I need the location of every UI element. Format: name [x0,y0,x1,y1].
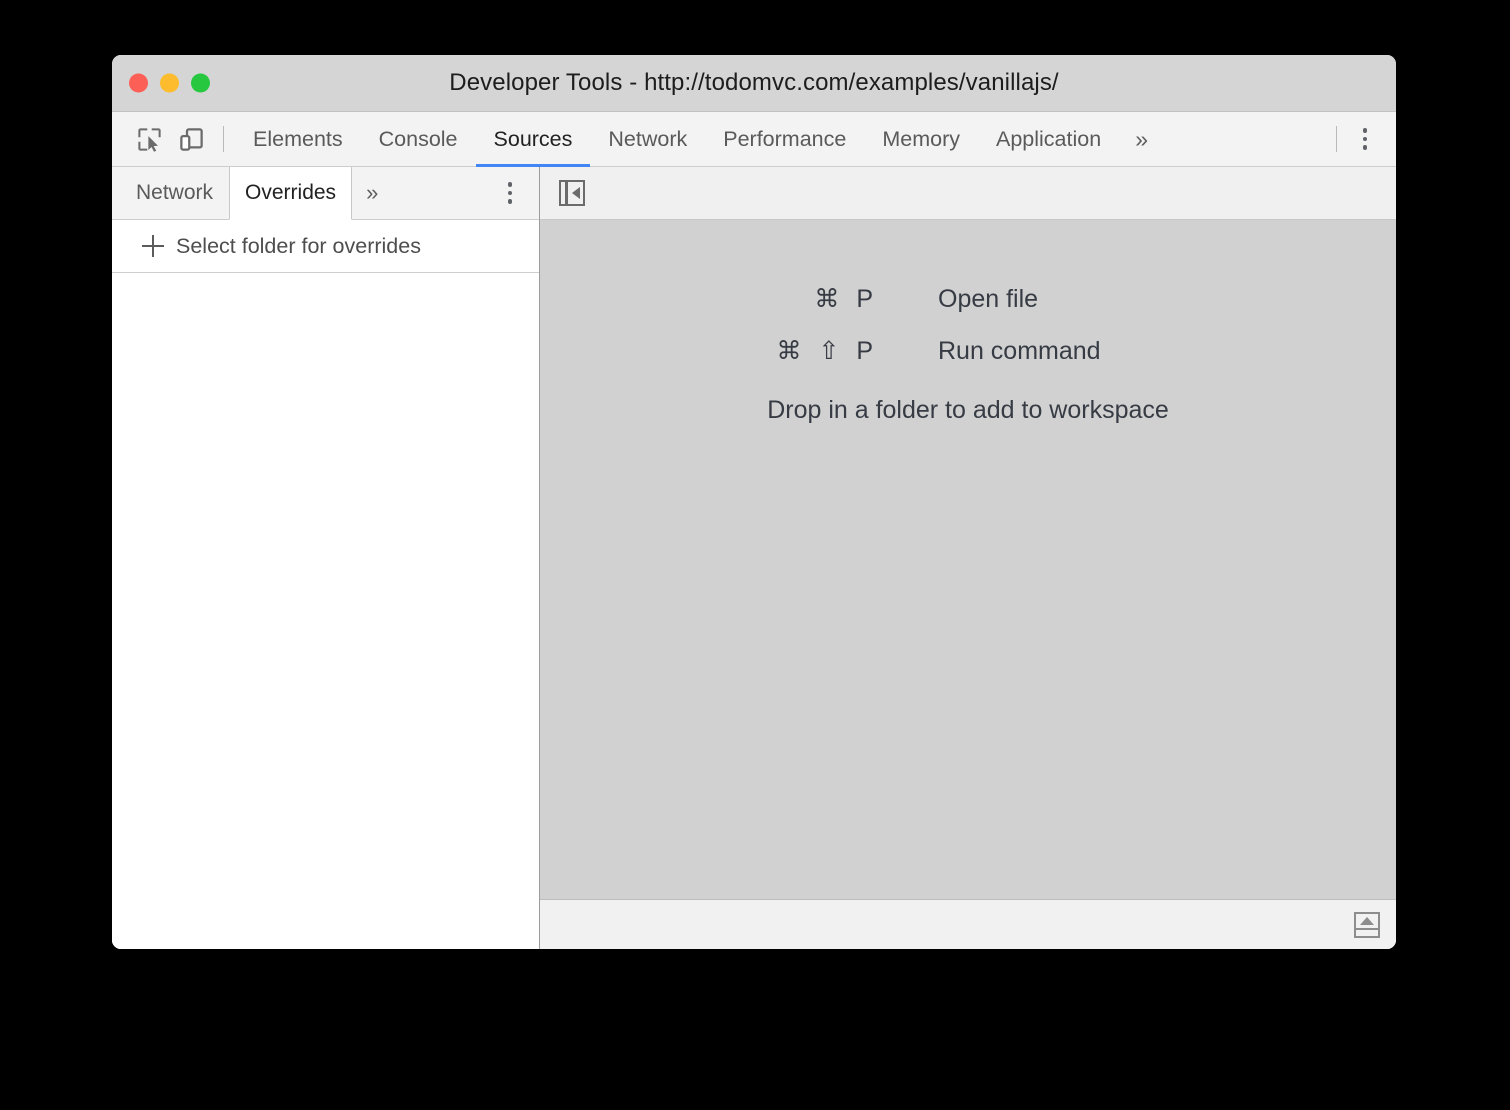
toolbar-divider [223,126,224,152]
window-titlebar: Developer Tools - http://todomvc.com/exa… [112,55,1396,112]
editor-toolbar [540,167,1396,220]
editor-statusbar [540,899,1396,949]
navigator-tab-overrides[interactable]: Overrides [229,167,352,220]
panel-body: Network Overrides » Select folder for ov… [112,167,1396,949]
device-toolbar-button[interactable] [170,118,212,160]
close-window-button[interactable] [129,74,148,93]
more-tabs-chevron-icon[interactable]: » [1119,112,1164,166]
navigator-file-list [112,273,539,949]
shortcut-open-file: ⌘ P Open file [738,284,1198,314]
navigator-tab-bar: Network Overrides » [112,167,539,220]
tab-performance[interactable]: Performance [705,112,864,166]
shortcut-run-command-label: Run command [938,337,1101,366]
select-folder-label: Select folder for overrides [176,234,421,259]
main-toolbar-right [1325,112,1396,166]
main-toolbar: Elements Console Sources Network Perform… [112,112,1396,167]
navigator-tab-bar-right [493,167,539,219]
main-tab-list: Elements Console Sources Network Perform… [235,112,1164,166]
maximize-window-button[interactable] [191,74,210,93]
device-toolbar-icon [178,126,205,153]
tab-console[interactable]: Console [361,112,476,166]
editor-empty-state: ⌘ P Open file ⌘ ⇧ P Run command Drop in … [540,220,1396,899]
devtools-window: Developer Tools - http://todomvc.com/exa… [112,55,1396,949]
toolbar-divider-right [1336,126,1337,152]
shortcut-open-file-label: Open file [938,285,1038,314]
navigator-more-tabs-chevron-icon[interactable]: » [352,167,392,219]
shortcut-run-command: ⌘ ⇧ P Run command [738,336,1198,366]
tab-application[interactable]: Application [978,112,1119,166]
show-drawer-icon[interactable] [1354,912,1380,938]
traffic-lights [129,74,210,93]
inspect-element-icon [136,126,163,153]
tab-elements[interactable]: Elements [235,112,361,166]
tab-sources[interactable]: Sources [476,112,591,166]
inspect-element-button[interactable] [128,118,170,160]
minimize-window-button[interactable] [160,74,179,93]
shortcut-open-file-keys: ⌘ P [738,284,938,314]
navigator-tab-network[interactable]: Network [120,167,229,219]
collapse-navigator-icon[interactable] [559,180,585,206]
editor-pane: ⌘ P Open file ⌘ ⇧ P Run command Drop in … [540,167,1396,949]
window-title: Developer Tools - http://todomvc.com/exa… [449,69,1058,97]
navigator-pane: Network Overrides » Select folder for ov… [112,167,540,949]
plus-icon [142,235,164,257]
navigator-kebab-menu-icon[interactable] [493,176,527,210]
kebab-menu-icon[interactable] [1348,122,1382,156]
shortcut-hints: ⌘ P Open file ⌘ ⇧ P Run command Drop in … [540,284,1396,425]
select-folder-for-overrides-button[interactable]: Select folder for overrides [112,220,539,273]
shortcut-run-command-keys: ⌘ ⇧ P [738,336,938,366]
drop-folder-hint: Drop in a folder to add to workspace [767,396,1169,425]
tab-network[interactable]: Network [590,112,705,166]
tab-memory[interactable]: Memory [864,112,978,166]
